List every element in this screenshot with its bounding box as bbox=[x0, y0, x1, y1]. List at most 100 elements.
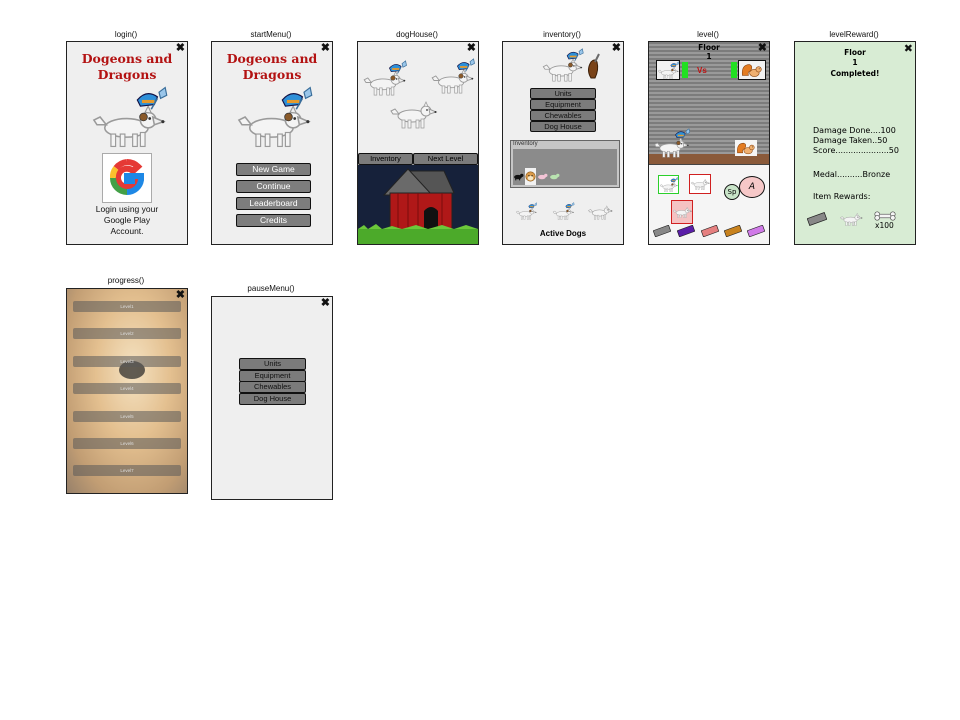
chew-toy-icon[interactable] bbox=[747, 225, 765, 237]
chew-toy-icon[interactable] bbox=[701, 225, 719, 237]
inventory-slot[interactable] bbox=[561, 149, 572, 167]
tab-next-level[interactable]: Next Level bbox=[413, 153, 478, 165]
login-text-line1: Login using your bbox=[95, 204, 159, 214]
dog-knight-icon bbox=[651, 128, 691, 158]
unit-card[interactable] bbox=[689, 174, 711, 194]
dog-knight-icon bbox=[657, 61, 679, 79]
dog-icon bbox=[588, 205, 613, 220]
leaderboard-button[interactable]: Leaderboard bbox=[236, 197, 311, 210]
floor-label: Floor bbox=[698, 43, 720, 52]
chewables-button[interactable]: Chewables bbox=[239, 381, 306, 393]
score-stat: Score.....................50 bbox=[813, 146, 899, 155]
level-button-3[interactable]: Level3 bbox=[73, 356, 181, 367]
dog-knight-icon bbox=[428, 58, 476, 94]
close-icon[interactable]: ✖ bbox=[321, 298, 330, 309]
inventory-slot[interactable] bbox=[549, 149, 560, 167]
inventory-slot[interactable] bbox=[572, 149, 583, 167]
dog-icon bbox=[390, 101, 438, 129]
chew-toy-icon bbox=[588, 53, 600, 79]
inventory-slot[interactable] bbox=[583, 149, 595, 167]
bone-count: x100 bbox=[875, 221, 894, 230]
dog-house-button[interactable]: Dog House bbox=[239, 393, 306, 405]
continue-button[interactable]: Continue bbox=[236, 180, 311, 193]
tab-inventory[interactable]: Inventory bbox=[358, 153, 413, 165]
active-dogs-label: Active Dogs bbox=[539, 229, 587, 238]
inventory-slot[interactable] bbox=[561, 167, 572, 185]
screen-caption-progress: progress() bbox=[107, 276, 145, 285]
screen-caption-level: level() bbox=[697, 30, 719, 39]
progress-screen: ✖ Level1 Level2 Level3 Level4 Level5 Lev… bbox=[66, 288, 188, 494]
floor-label: Floor bbox=[844, 48, 866, 57]
levelreward-screen: ✖ Floor 1 Completed! Damage Done....100 … bbox=[794, 41, 916, 245]
inventory-slot[interactable] bbox=[513, 149, 524, 167]
inventory-slot-doge[interactable] bbox=[525, 167, 536, 185]
inventory-slot[interactable] bbox=[525, 149, 536, 167]
enemy-sprite bbox=[735, 140, 757, 156]
level-button-1[interactable]: Level1 bbox=[73, 301, 181, 312]
inventory-slot-black-dog[interactable] bbox=[513, 167, 524, 185]
chew-toy-icon[interactable] bbox=[677, 225, 695, 237]
doghouse-scene[interactable] bbox=[358, 165, 478, 244]
inventory-grid: Inventory bbox=[510, 140, 620, 188]
unit-card[interactable] bbox=[658, 175, 679, 194]
units-button[interactable]: Units bbox=[530, 88, 596, 99]
level-button-6[interactable]: Level6 bbox=[73, 438, 181, 449]
startmenu-screen: ✖ Dogeons and Dragons New Game Continue … bbox=[211, 41, 333, 245]
game-title-line2: Dragons bbox=[242, 67, 302, 82]
game-title-line1: Dogeons and bbox=[81, 51, 173, 66]
dog-knight-icon bbox=[659, 176, 678, 193]
level-button-5[interactable]: Level5 bbox=[73, 411, 181, 422]
inventory-slot[interactable] bbox=[606, 149, 617, 167]
inventory-screen: ✖ Units Equipment Chewables Dog House In… bbox=[502, 41, 624, 245]
google-signin-button[interactable] bbox=[102, 153, 152, 203]
floor-number: 1 bbox=[852, 58, 858, 67]
inventory-slot-green-dog[interactable] bbox=[549, 167, 560, 185]
special-button[interactable]: Sp bbox=[724, 184, 740, 200]
login-screen: ✖ Dogeons and Dragons Login using your G… bbox=[66, 41, 188, 245]
squirrel-icon bbox=[741, 64, 762, 77]
player-health-bar bbox=[682, 62, 688, 78]
doghouse-icon bbox=[358, 168, 478, 244]
level-controls: Sp A bbox=[649, 164, 769, 244]
close-icon[interactable]: ✖ bbox=[467, 43, 476, 54]
inventory-slot-pink-dog[interactable] bbox=[537, 167, 548, 185]
new-game-button[interactable]: New Game bbox=[236, 163, 311, 176]
unit-card[interactable] bbox=[671, 200, 693, 224]
inventory-slot[interactable] bbox=[606, 167, 617, 185]
attack-button[interactable]: A bbox=[739, 176, 765, 198]
units-button[interactable]: Units bbox=[239, 358, 306, 370]
level-button-4[interactable]: Level4 bbox=[73, 383, 181, 394]
game-title-line2: Dragons bbox=[97, 67, 157, 82]
credits-button[interactable]: Credits bbox=[236, 214, 311, 227]
level-button-7[interactable]: Level7 bbox=[73, 465, 181, 476]
doghouse-screen: ✖ Inventory Next Level bbox=[357, 41, 479, 245]
inventory-slot[interactable] bbox=[595, 149, 606, 167]
screen-caption-levelreward: levelReward() bbox=[829, 30, 879, 39]
equipment-button[interactable]: Equipment bbox=[530, 99, 596, 110]
completed-label: Completed! bbox=[830, 69, 880, 78]
level-screen: ✖ Floor 1 Vs Sp A bbox=[648, 41, 770, 245]
dog-knight-icon bbox=[515, 202, 537, 220]
dog-house-button[interactable]: Dog House bbox=[530, 121, 596, 132]
damage-taken-stat: Damage Taken..50 bbox=[813, 136, 888, 145]
login-text-line3: Account. bbox=[110, 226, 144, 236]
screen-caption-doghouse: dogHouse() bbox=[396, 30, 438, 39]
dog-icon bbox=[672, 206, 692, 218]
chew-toy-icon bbox=[807, 212, 827, 226]
pausemenu-screen: ✖ Units Equipment Chewables Dog House bbox=[211, 296, 333, 500]
dog-knight-icon bbox=[549, 202, 577, 220]
dog-knight-icon bbox=[85, 86, 171, 148]
screen-caption-inventory: inventory() bbox=[543, 30, 581, 39]
inventory-slot[interactable] bbox=[537, 149, 548, 167]
enemy-health-bar bbox=[731, 62, 737, 78]
chew-toy-icon[interactable] bbox=[653, 225, 671, 237]
level-button-2[interactable]: Level2 bbox=[73, 328, 181, 339]
bone-icon bbox=[874, 211, 896, 221]
close-icon[interactable]: ✖ bbox=[612, 43, 621, 54]
inventory-slot[interactable] bbox=[572, 167, 583, 185]
close-icon[interactable]: ✖ bbox=[176, 290, 185, 301]
chewables-button[interactable]: Chewables bbox=[530, 110, 596, 121]
chew-toy-icon[interactable] bbox=[724, 225, 742, 237]
inventory-slot[interactable] bbox=[595, 167, 606, 185]
inventory-slot[interactable] bbox=[583, 167, 595, 185]
